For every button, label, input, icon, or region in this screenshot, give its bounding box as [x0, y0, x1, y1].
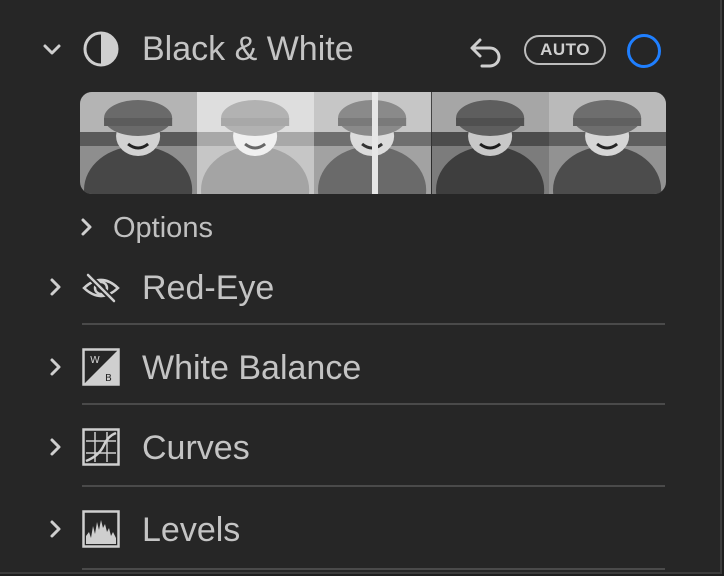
white-balance-icon: W B	[82, 348, 120, 386]
chevron-right-icon[interactable]	[75, 216, 97, 238]
divider	[82, 403, 665, 405]
thumbnail[interactable]	[80, 92, 198, 194]
adjustments-panel: Black & White AUTO Options Red-Eye W B W…	[0, 0, 722, 574]
thumbnail[interactable]	[431, 92, 549, 194]
black-white-title: Black & White	[142, 30, 354, 68]
svg-text:W: W	[90, 355, 100, 366]
options-label[interactable]: Options	[113, 210, 213, 246]
chevron-right-icon[interactable]	[44, 276, 66, 298]
white-balance-title[interactable]: White Balance	[142, 348, 361, 388]
chevron-right-icon[interactable]	[44, 436, 66, 458]
divider	[82, 323, 665, 325]
chevron-down-icon[interactable]	[41, 38, 63, 60]
red-eye-title[interactable]: Red-Eye	[142, 268, 274, 308]
half-circle-icon	[82, 30, 120, 68]
divider	[82, 568, 665, 570]
levels-icon	[82, 510, 120, 548]
preview-split-handle[interactable]	[372, 92, 378, 194]
svg-text:B: B	[105, 373, 112, 384]
curves-title[interactable]: Curves	[142, 428, 250, 468]
thumbnail[interactable]	[548, 92, 666, 194]
levels-title[interactable]: Levels	[142, 510, 240, 550]
undo-icon[interactable]	[468, 34, 504, 68]
thumbnail[interactable]	[197, 92, 315, 194]
eye-slash-icon	[82, 272, 120, 304]
auto-button[interactable]: AUTO	[524, 35, 606, 65]
divider	[82, 485, 665, 487]
adjustment-toggle-button[interactable]	[627, 34, 661, 68]
chevron-right-icon[interactable]	[44, 518, 66, 540]
curves-icon	[82, 428, 120, 466]
chevron-right-icon[interactable]	[44, 356, 66, 378]
